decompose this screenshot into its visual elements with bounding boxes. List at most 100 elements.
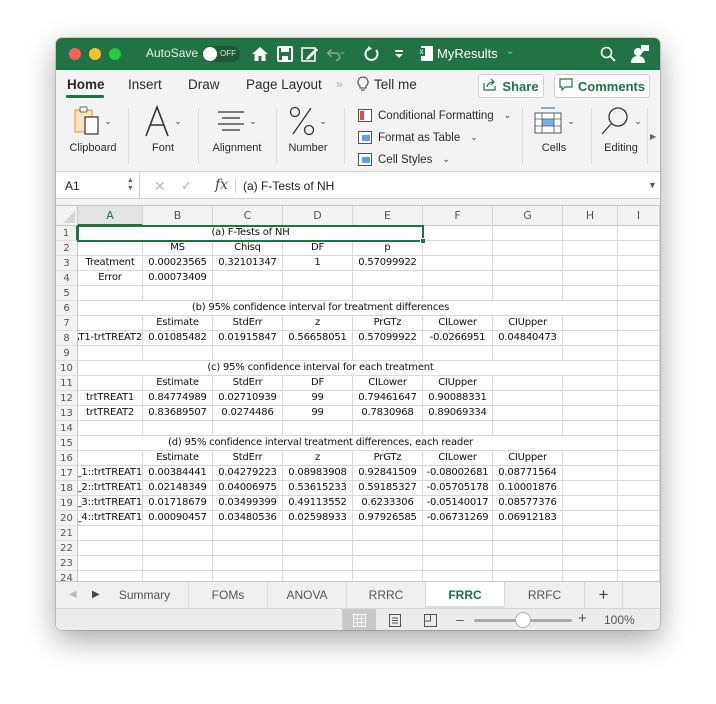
cell-c24[interactable]	[213, 571, 283, 581]
cell-c14[interactable]	[213, 421, 283, 436]
font-group[interactable]: ⌄ Font	[130, 100, 196, 172]
row-header-22[interactable]: 22	[56, 541, 78, 556]
row-header-15[interactable]: 15	[56, 436, 78, 451]
cell-c12[interactable]: 0.02710939	[213, 391, 283, 406]
normal-view-button[interactable]	[342, 609, 376, 630]
cell-c20[interactable]: 0.03480536	[213, 511, 283, 526]
cell-c7[interactable]: StdErr	[213, 316, 283, 331]
cell-f11[interactable]: CIUpper	[423, 376, 493, 391]
cell-h20[interactable]	[563, 511, 618, 526]
number-group[interactable]: ⌄ Number	[278, 100, 338, 172]
tab-insert[interactable]: Insert	[128, 77, 162, 92]
cell-e7[interactable]: PrGTz	[353, 316, 423, 331]
cell-g17[interactable]: 0.08771564	[493, 466, 563, 481]
cell-g21[interactable]	[493, 526, 563, 541]
document-title[interactable]: MyResults	[437, 46, 498, 61]
search-icon[interactable]	[598, 44, 618, 64]
cell-i20[interactable]	[618, 511, 660, 526]
edit-icon[interactable]	[300, 44, 320, 64]
share-person-icon[interactable]	[630, 44, 650, 64]
zoom-level[interactable]: 100%	[604, 613, 635, 627]
cell-e20[interactable]: 0.97926585	[353, 511, 423, 526]
cell-e12[interactable]: 0.79461647	[353, 391, 423, 406]
cell-d17[interactable]: 0.08983908	[283, 466, 353, 481]
page-layout-view-button[interactable]	[378, 609, 412, 630]
cell-f24[interactable]	[423, 571, 493, 581]
cell-a18[interactable]: t_2::trtTREAT1	[78, 481, 143, 496]
cell-d16[interactable]: z	[283, 451, 353, 466]
cell-c22[interactable]	[213, 541, 283, 556]
cell-d12[interactable]: 99	[283, 391, 353, 406]
row-header-14[interactable]: 14	[56, 421, 78, 436]
section-title-cell[interactable]: (a) F-Tests of NH	[78, 226, 423, 241]
confirm-icon[interactable]: ✓	[181, 178, 192, 194]
section-title-cell[interactable]: (c) 95% confidence interval for each tre…	[78, 361, 563, 376]
cell-h7[interactable]	[563, 316, 618, 331]
cell-f8[interactable]: -0.0266951	[423, 331, 493, 346]
row-header-6[interactable]: 6	[56, 301, 78, 316]
expand-formula-bar-icon[interactable]: ▼	[648, 180, 657, 190]
cell-h11[interactable]	[563, 376, 618, 391]
cell-a16[interactable]	[78, 451, 143, 466]
cell-e13[interactable]: 0.7830968	[353, 406, 423, 421]
cell-f14[interactable]	[423, 421, 493, 436]
cell-b9[interactable]	[143, 346, 213, 361]
tab-home[interactable]: Home	[67, 77, 105, 92]
previous-sheet-icon[interactable]: ◀	[69, 589, 77, 600]
cell-f20[interactable]: -0.06731269	[423, 511, 493, 526]
cell-a13[interactable]: trtTREAT2	[78, 406, 143, 421]
cell-e11[interactable]: CILower	[353, 376, 423, 391]
cell-a22[interactable]	[78, 541, 143, 556]
cell-d18[interactable]: 0.53615233	[283, 481, 353, 496]
cell-h24[interactable]	[563, 571, 618, 581]
share-button[interactable]: Share	[478, 74, 544, 98]
cell-styles-button[interactable]: Cell Styles ⌄	[358, 153, 450, 166]
cell-e3[interactable]: 0.57099922	[353, 256, 423, 271]
cell-c5[interactable]	[213, 286, 283, 301]
sheet-tab-foms[interactable]: FOMs	[189, 582, 268, 608]
cell-i9[interactable]	[618, 346, 660, 361]
row-header-13[interactable]: 13	[56, 406, 78, 421]
row-header-5[interactable]: 5	[56, 286, 78, 301]
cell-a21[interactable]	[78, 526, 143, 541]
row-header-23[interactable]: 23	[56, 556, 78, 571]
cell-f9[interactable]	[423, 346, 493, 361]
cell-h22[interactable]	[563, 541, 618, 556]
cell-e21[interactable]	[353, 526, 423, 541]
cell-b22[interactable]	[143, 541, 213, 556]
cell-b19[interactable]: 0.01718679	[143, 496, 213, 511]
cell-c23[interactable]	[213, 556, 283, 571]
cell-d7[interactable]: z	[283, 316, 353, 331]
comments-button[interactable]: Comments	[554, 74, 650, 98]
cell-g4[interactable]	[493, 271, 563, 286]
cell-h9[interactable]	[563, 346, 618, 361]
cell-h15[interactable]	[563, 436, 618, 451]
cell-b23[interactable]	[143, 556, 213, 571]
cell-g8[interactable]: 0.04840473	[493, 331, 563, 346]
cell-g3[interactable]	[493, 256, 563, 271]
cell-h8[interactable]	[563, 331, 618, 346]
cell-g16[interactable]: CIUpper	[493, 451, 563, 466]
row-header-12[interactable]: 12	[56, 391, 78, 406]
page-break-view-button[interactable]	[413, 609, 447, 630]
row-header-10[interactable]: 10	[56, 361, 78, 376]
column-header-a[interactable]: A	[78, 206, 143, 226]
cell-f19[interactable]: -0.05140017	[423, 496, 493, 511]
row-header-2[interactable]: 2	[56, 241, 78, 256]
column-header-b[interactable]: B	[143, 206, 213, 226]
cell-a12[interactable]: trtTREAT1	[78, 391, 143, 406]
cell-d14[interactable]	[283, 421, 353, 436]
name-box[interactable]: A1 ▲ ▼	[56, 173, 140, 199]
cell-i4[interactable]	[618, 271, 660, 286]
cell-g7[interactable]: CIUpper	[493, 316, 563, 331]
cell-a20[interactable]: t_4::trtTREAT1	[78, 511, 143, 526]
cell-g13[interactable]	[493, 406, 563, 421]
cell-a5[interactable]	[78, 286, 143, 301]
cell-b24[interactable]	[143, 571, 213, 581]
cell-b12[interactable]: 0.84774989	[143, 391, 213, 406]
cell-b5[interactable]	[143, 286, 213, 301]
cell-f12[interactable]: 0.90088331	[423, 391, 493, 406]
cell-b20[interactable]: 0.00090457	[143, 511, 213, 526]
cell-d2[interactable]: DF	[283, 241, 353, 256]
cell-d19[interactable]: 0.49113552	[283, 496, 353, 511]
